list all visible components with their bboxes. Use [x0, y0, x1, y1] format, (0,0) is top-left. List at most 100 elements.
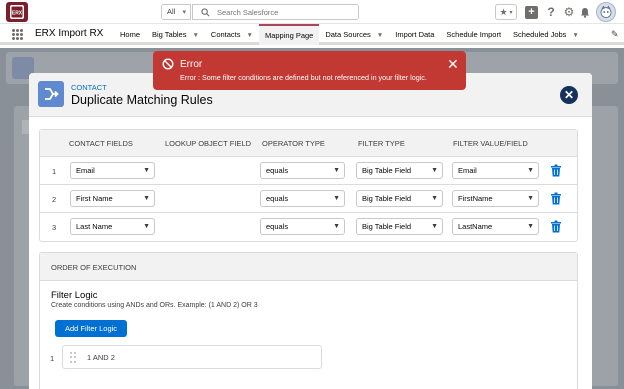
- delete-row-icon[interactable]: [550, 192, 562, 205]
- row-number: 1: [52, 167, 57, 176]
- delete-row-icon[interactable]: [550, 164, 562, 177]
- user-avatar[interactable]: [596, 2, 616, 22]
- nav-item-label: Mapping Page: [264, 31, 314, 40]
- help-button[interactable]: ?: [545, 4, 557, 20]
- chevron-down-icon: ▼: [333, 195, 340, 202]
- chevron-down-icon: ▼: [431, 167, 438, 174]
- search-input[interactable]: [217, 6, 355, 18]
- select-value: equals: [266, 166, 289, 175]
- select-value: FirstName: [458, 194, 493, 203]
- app-logo[interactable]: ERX: [6, 2, 28, 22]
- nav-item-scheduled-jobs[interactable]: Scheduled Jobs ▼: [507, 24, 585, 45]
- help-icon: ?: [547, 5, 555, 19]
- filter-type-select[interactable]: Big Table Field ▼: [356, 218, 443, 235]
- filter-logic-value: 1 AND 2: [87, 353, 115, 362]
- nav-item-label: Big Tables: [152, 30, 187, 39]
- notifications-button[interactable]: [579, 4, 591, 20]
- drag-handle-icon[interactable]: [70, 352, 76, 363]
- avatar-icon: [600, 5, 612, 18]
- chevron-down-icon: ▾: [509, 9, 513, 16]
- column-header: CONTACT FIELDS: [69, 139, 133, 148]
- select-value: equals: [266, 194, 289, 203]
- select-value: LastName: [458, 222, 493, 231]
- app-launcher-icon[interactable]: [12, 29, 23, 40]
- column-header: FILTER VALUE/FIELD: [453, 139, 528, 148]
- add-filter-logic-button[interactable]: Add Filter Logic: [55, 320, 127, 337]
- nav-item-big-tables[interactable]: Big Tables ▼: [146, 24, 205, 45]
- object-label: CONTACT: [71, 83, 107, 92]
- nav-item-contacts[interactable]: Contacts ▼: [205, 24, 259, 45]
- nav-item-label: Scheduled Jobs: [513, 30, 567, 39]
- order-of-execution-section: ORDER OF EXECUTION Filter Logic Create c…: [39, 252, 578, 389]
- operator-select[interactable]: equals ▼: [260, 162, 345, 179]
- operator-select[interactable]: equals ▼: [260, 218, 345, 235]
- select-value: Big Table Field: [362, 166, 412, 175]
- matching-rules-table: CONTACT FIELDS LOOKUP OBJECT FIELD OPERA…: [39, 129, 578, 242]
- app-navigation-bar: ERX Import RX Home Big Tables ▼ Contacts ▼…: [0, 24, 624, 45]
- setup-button[interactable]: ⚙: [563, 4, 575, 20]
- chevron-down-icon: ▼: [527, 195, 534, 202]
- search-scope-label: All: [167, 7, 176, 16]
- nav-item-data-sources[interactable]: Data Sources ▼: [319, 24, 389, 45]
- favorites-button[interactable]: ★ ▾: [495, 4, 517, 20]
- nav-item-import-data[interactable]: Import Data: [389, 24, 440, 45]
- filter-logic-help: Create conditions using ANDs and ORs. Ex…: [51, 302, 258, 309]
- contact-field-select[interactable]: Last Name ▼: [70, 218, 155, 235]
- filter-logic-input[interactable]: 1 AND 2: [62, 345, 322, 369]
- nav-item-mapping-page[interactable]: Mapping Page: [258, 24, 320, 45]
- filter-type-select[interactable]: Big Table Field ▼: [356, 162, 443, 179]
- nav-items: Home Big Tables ▼ Contacts ▼ Mapping Page …: [114, 24, 585, 45]
- nav-item-label: Home: [120, 30, 141, 39]
- column-header: OPERATOR TYPE: [262, 139, 325, 148]
- delete-row-icon[interactable]: [550, 220, 562, 233]
- table-row: 1 Email ▼ equals ▼ Big Table Field ▼ Email ▼: [40, 157, 577, 185]
- filter-value-select[interactable]: LastName ▼: [452, 218, 539, 235]
- filter-value-select[interactable]: FirstName ▼: [452, 190, 539, 207]
- nav-item-label: Data Sources: [325, 30, 371, 39]
- close-modal-button[interactable]: ✕: [560, 86, 578, 104]
- contact-field-select[interactable]: Email ▼: [70, 162, 155, 179]
- table-row: 2 First Name ▼ equals ▼ Big Table Field ▼ F…: [40, 185, 577, 213]
- logic-row-number: 1: [50, 354, 55, 363]
- contact-field-select[interactable]: First Name ▼: [70, 190, 155, 207]
- modal-title: Duplicate Matching Rules: [71, 93, 213, 107]
- nav-item-label: Import Data: [395, 30, 435, 39]
- chevron-down-icon[interactable]: ▼: [247, 32, 253, 39]
- toast-title: Error: [180, 59, 203, 70]
- global-header: ERX All ▾ ★▾ + ? ⚙: [0, 0, 624, 24]
- column-header: FILTER TYPE: [358, 139, 405, 148]
- global-actions-button[interactable]: +: [525, 6, 538, 19]
- chevron-down-icon: ▼: [527, 223, 534, 230]
- search-scope-select[interactable]: All ▾: [161, 4, 191, 20]
- nav-item-schedule-import[interactable]: Schedule Import: [440, 24, 507, 45]
- gear-icon: ⚙: [563, 5, 575, 19]
- search-icon: [201, 8, 210, 17]
- filter-value-select[interactable]: Email ▼: [452, 162, 539, 179]
- chevron-down-icon[interactable]: ▼: [192, 32, 198, 39]
- chevron-down-icon: ▼: [431, 195, 438, 202]
- global-search[interactable]: [192, 4, 359, 20]
- edit-nav-icon[interactable]: ✎: [611, 29, 619, 40]
- erx-logo-icon: ERX: [10, 5, 24, 19]
- chevron-down-icon: ▼: [143, 223, 150, 230]
- merge-icon: [45, 88, 59, 100]
- filter-type-select[interactable]: Big Table Field ▼: [356, 190, 443, 207]
- select-value: equals: [266, 222, 289, 231]
- star-icon: ★: [499, 6, 508, 17]
- operator-select[interactable]: equals ▼: [260, 190, 345, 207]
- chevron-down-icon[interactable]: ▼: [377, 32, 383, 39]
- chevron-down-icon: ▼: [431, 223, 438, 230]
- select-value: Email: [458, 166, 477, 175]
- table-row: 3 Last Name ▼ equals ▼ Big Table Field ▼ La…: [40, 213, 577, 241]
- svg-text:ERX: ERX: [12, 11, 23, 17]
- chevron-down-icon: ▼: [333, 167, 340, 174]
- close-icon[interactable]: ✕: [447, 57, 459, 71]
- row-number: 3: [52, 223, 57, 232]
- app-name: ERX Import RX: [35, 28, 104, 39]
- chevron-down-icon[interactable]: ▼: [572, 32, 578, 39]
- error-toast: Error Error : Some filter conditions are…: [153, 51, 466, 90]
- select-value: Big Table Field: [362, 194, 412, 203]
- contact-object-icon: [38, 81, 64, 107]
- plus-icon: +: [528, 6, 535, 18]
- nav-item-home[interactable]: Home: [114, 24, 146, 45]
